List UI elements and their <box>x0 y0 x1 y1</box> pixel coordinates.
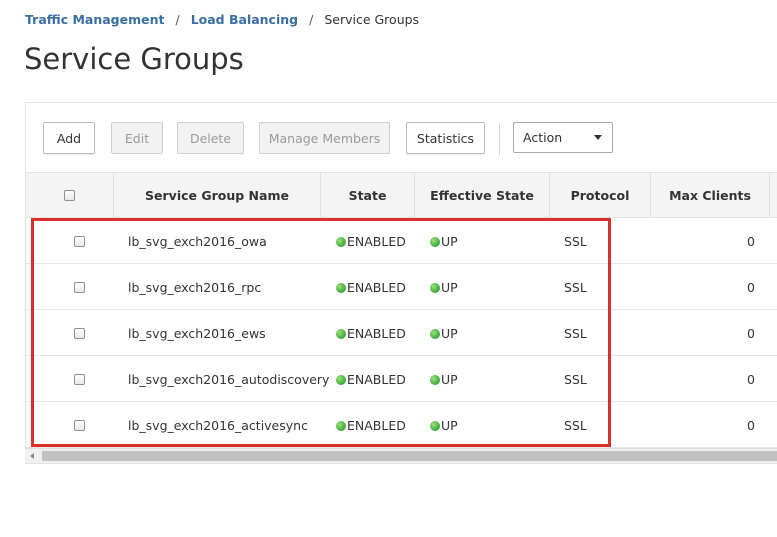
select-all-checkbox[interactable] <box>64 190 75 201</box>
green-dot-icon <box>430 421 440 431</box>
service-group-name[interactable]: lb_svg_exch2016_ews <box>128 310 266 356</box>
table-row[interactable]: lb_svg_exch2016_activesync ENABLED UP SS… <box>26 402 777 448</box>
row-checkbox-cell <box>74 310 85 356</box>
breadcrumb-traffic-management[interactable]: Traffic Management <box>25 12 164 27</box>
service-group-name[interactable]: lb_svg_exch2016_activesync <box>128 402 308 448</box>
state-value: ENABLED <box>347 233 406 249</box>
max-clients-value: 0 <box>747 417 755 433</box>
state-cell: ENABLED <box>336 264 406 310</box>
protocol-value: SSL <box>564 279 587 295</box>
column-header-state[interactable]: State <box>321 173 415 218</box>
column-header-protocol[interactable]: Protocol <box>550 173 651 218</box>
state-cell: ENABLED <box>336 402 406 448</box>
state-value: ENABLED <box>347 417 406 433</box>
state-cell: ENABLED <box>336 310 406 356</box>
service-groups-panel: Add Edit Delete Manage Members Statistic… <box>25 102 777 464</box>
green-dot-icon <box>336 421 346 431</box>
scroll-left-icon[interactable] <box>30 453 34 459</box>
effective-state-cell: UP <box>430 356 458 402</box>
scrollbar-thumb[interactable] <box>42 451 777 461</box>
state-value: ENABLED <box>347 325 406 341</box>
row-checkbox[interactable] <box>74 235 85 247</box>
service-group-name[interactable]: lb_svg_exch2016_rpc <box>128 264 261 310</box>
max-clients-value: 0 <box>747 371 755 387</box>
chevron-down-icon <box>594 135 602 140</box>
green-dot-icon <box>336 375 346 385</box>
max-clients-value: 0 <box>747 233 755 249</box>
protocol-value: SSL <box>564 325 587 341</box>
manage-members-button[interactable]: Manage Members <box>259 122 390 154</box>
toolbar-divider <box>499 123 500 155</box>
service-group-name[interactable]: lb_svg_exch2016_autodiscovery <box>128 356 329 402</box>
effective-state-value: UP <box>441 325 458 341</box>
service-group-name[interactable]: lb_svg_exch2016_owa <box>128 218 267 264</box>
table-row[interactable]: lb_svg_exch2016_autodiscovery ENABLED UP… <box>26 356 777 402</box>
effective-state-cell: UP <box>430 218 458 264</box>
effective-state-value: UP <box>441 233 458 249</box>
breadcrumb: Traffic Management / Load Balancing / Se… <box>25 12 419 27</box>
row-checkbox[interactable] <box>74 281 85 293</box>
row-checkbox-cell <box>74 218 85 264</box>
green-dot-icon <box>336 283 346 293</box>
toolbar: Add Edit Delete Manage Members Statistic… <box>26 103 777 173</box>
max-clients-value: 0 <box>747 325 755 341</box>
delete-button[interactable]: Delete <box>177 122 244 154</box>
green-dot-icon <box>430 237 440 247</box>
table-header: Service Group Name State Effective State… <box>26 172 777 218</box>
table-row[interactable]: lb_svg_exch2016_owa ENABLED UP SSL 0 <box>26 218 777 264</box>
row-checkbox[interactable] <box>74 373 85 385</box>
green-dot-icon <box>336 329 346 339</box>
state-cell: ENABLED <box>336 218 406 264</box>
page-title: Service Groups <box>24 42 244 76</box>
row-checkbox[interactable] <box>74 327 85 339</box>
protocol-value: SSL <box>564 417 587 433</box>
max-clients-value: 0 <box>747 279 755 295</box>
row-checkbox-cell <box>74 264 85 310</box>
service-groups-table: Service Group Name State Effective State… <box>26 172 777 448</box>
green-dot-icon <box>336 237 346 247</box>
row-checkbox-cell <box>74 402 85 448</box>
effective-state-cell: UP <box>430 402 458 448</box>
column-header-effective-state[interactable]: Effective State <box>415 173 550 218</box>
state-value: ENABLED <box>347 371 406 387</box>
protocol-value: SSL <box>564 233 587 249</box>
column-header-name[interactable]: Service Group Name <box>114 173 321 218</box>
row-checkbox-cell <box>74 356 85 402</box>
effective-state-value: UP <box>441 279 458 295</box>
green-dot-icon <box>430 283 440 293</box>
table-row[interactable]: lb_svg_exch2016_ews ENABLED UP SSL 0 <box>26 310 777 356</box>
action-select-value: Action <box>523 130 563 145</box>
select-all-cell <box>26 173 114 218</box>
row-checkbox[interactable] <box>74 419 85 431</box>
column-header-max-clients[interactable]: Max Clients <box>651 173 770 218</box>
effective-state-value: UP <box>441 417 458 433</box>
effective-state-cell: UP <box>430 310 458 356</box>
breadcrumb-load-balancing[interactable]: Load Balancing <box>191 12 298 27</box>
protocol-value: SSL <box>564 371 587 387</box>
add-button[interactable]: Add <box>43 122 95 154</box>
breadcrumb-current: Service Groups <box>324 12 420 27</box>
horizontal-scrollbar[interactable] <box>25 448 777 463</box>
effective-state-cell: UP <box>430 264 458 310</box>
action-select[interactable]: Action <box>513 122 613 153</box>
edit-button[interactable]: Edit <box>111 122 163 154</box>
state-cell: ENABLED <box>336 356 406 402</box>
green-dot-icon <box>430 375 440 385</box>
green-dot-icon <box>430 329 440 339</box>
statistics-button[interactable]: Statistics <box>406 122 485 154</box>
table-row[interactable]: lb_svg_exch2016_rpc ENABLED UP SSL 0 <box>26 264 777 310</box>
state-value: ENABLED <box>347 279 406 295</box>
breadcrumb-separator: / <box>175 12 180 27</box>
breadcrumb-separator: / <box>309 12 314 27</box>
effective-state-value: UP <box>441 371 458 387</box>
